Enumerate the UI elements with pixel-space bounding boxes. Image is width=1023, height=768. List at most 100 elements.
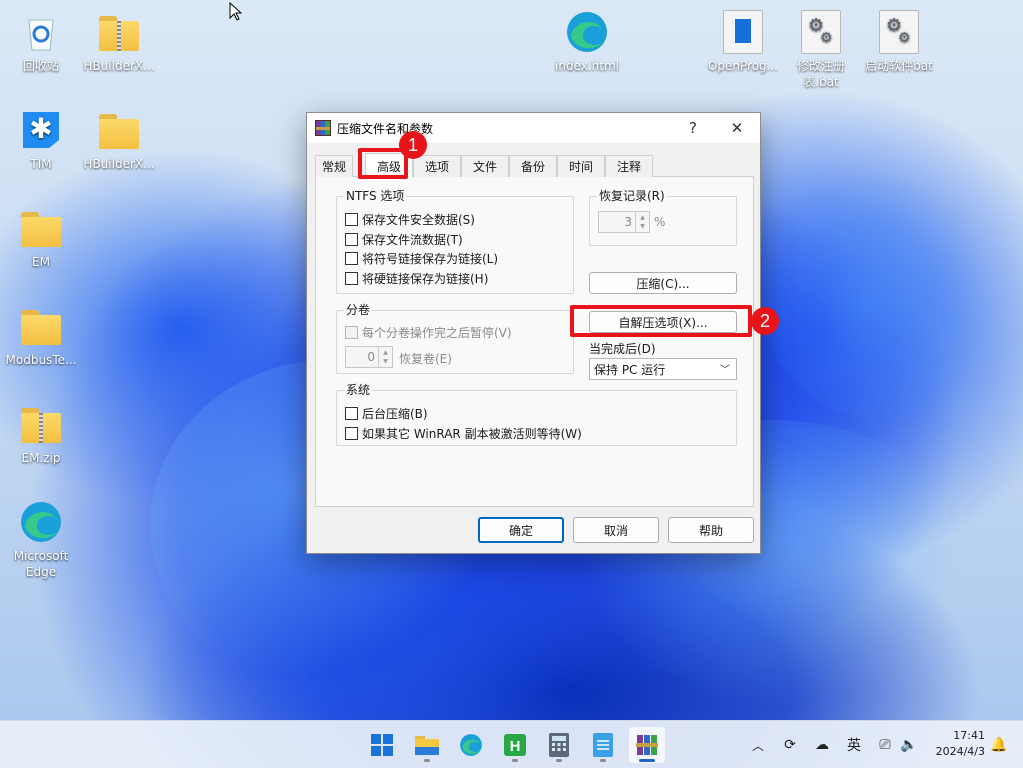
desktop-icon-start-software[interactable]: ⚙ ⚙ 启动软件bat (862, 10, 936, 74)
file-explorer-icon (415, 736, 439, 755)
speaker-icon: 🔈 (900, 737, 918, 753)
after-done-select[interactable]: 保持 PC 运行 ﹀ (589, 358, 737, 380)
spinner-arrows-icon[interactable]: ▲ ▼ (635, 212, 649, 232)
ntfs-options-label: NTFS 选项 (344, 189, 407, 203)
svg-text:✱: ✱ (29, 112, 52, 145)
start-button[interactable] (364, 727, 400, 763)
checkbox-box (345, 271, 358, 285)
folder-icon (19, 206, 63, 250)
running-indicator (639, 759, 655, 762)
percent-label: % (654, 215, 666, 229)
tab-comment[interactable]: 注释 (605, 155, 653, 177)
network-button[interactable]: ⎚ (874, 721, 896, 768)
desktop-icon-label: 修改注册表.bat (796, 59, 845, 89)
desktop-icon-modbus[interactable]: ModbusTe... (4, 304, 78, 368)
desktop-icon-hbuilderx-folder[interactable]: HBuilderX... (82, 108, 156, 172)
checkbox-box (345, 426, 358, 440)
background-compress-checkbox[interactable]: 后台压缩(B) (345, 405, 428, 421)
desktop-icon-label: index.html (555, 59, 619, 73)
dialog-titlebar: 压缩文件名和参数 ? ✕ (307, 113, 760, 143)
winrar-icon (636, 735, 658, 755)
checkbox-box (345, 325, 358, 339)
step-1-badge: 1 (399, 131, 427, 159)
select-value: 保持 PC 运行 (594, 362, 666, 377)
calculator-taskbar-button[interactable] (541, 727, 577, 763)
desktop-icon-hbuilderx-zip[interactable]: HBuilderX... (82, 10, 156, 74)
checkbox-label: 将硬链接保存为链接(H) (362, 271, 489, 286)
checkbox-label: 保存文件流数据(T) (362, 232, 463, 247)
desktop-icon-index-html[interactable]: index.html (550, 10, 624, 74)
winrar-taskbar-button[interactable] (629, 727, 665, 763)
notifications-button[interactable]: 🔔 (988, 721, 1010, 768)
ime-indicator[interactable]: 英 (842, 721, 866, 768)
desktop-icon-em-zip[interactable]: EM.zip (4, 402, 78, 466)
tim-icon: ✱ (19, 108, 63, 152)
spinner-value: 0 (367, 350, 375, 364)
hardlinks-as-links-checkbox[interactable]: 将硬链接保存为链接(H) (345, 270, 488, 286)
save-security-checkbox[interactable]: 保存文件安全数据(S) (345, 211, 475, 227)
checkbox-label: 如果其它 WinRAR 副本被激活则等待(W) (362, 426, 582, 441)
recovery-record-spinner[interactable]: 3 ▲ ▼ (598, 211, 650, 233)
save-streams-checkbox[interactable]: 保存文件流数据(T) (345, 231, 463, 247)
cloud-icon: ☁ (815, 737, 829, 753)
edge-icon (565, 10, 609, 54)
sfx-options-button[interactable]: 自解压选项(X)... (589, 311, 737, 333)
cancel-button[interactable]: 取消 (573, 517, 659, 543)
show-hidden-icons-button[interactable]: ︿ (746, 721, 770, 768)
desktop-icon-label: TIM (30, 157, 52, 171)
tab-time[interactable]: 时间 (557, 155, 605, 177)
tab-options[interactable]: 选项 (413, 155, 461, 177)
running-indicator (424, 759, 430, 762)
hbuilderx-taskbar-button[interactable]: H (497, 727, 533, 763)
desktop-icon-openprog[interactable]: OpenProg... (706, 10, 780, 74)
help-title-button[interactable]: ? (671, 113, 715, 143)
checkbox-box (345, 232, 358, 246)
close-button[interactable]: ✕ (715, 113, 759, 143)
tab-backup[interactable]: 备份 (509, 155, 557, 177)
edge-icon (19, 500, 63, 544)
network-icon: ⎚ (879, 737, 891, 753)
notepad-icon (593, 733, 613, 757)
clock[interactable]: 17:41 2024/4/3 (925, 728, 985, 760)
clock-time: 17:41 (953, 729, 985, 742)
file-explorer-button[interactable] (409, 727, 445, 763)
edge-taskbar-button[interactable] (453, 727, 489, 763)
desktop-icon-tim[interactable]: ✱ TIM (4, 108, 78, 172)
start-icon (371, 734, 393, 756)
onedrive-status-button[interactable]: ☁ (810, 721, 834, 768)
advanced-tab-panel: NTFS 选项 保存文件安全数据(S) 保存文件流数据(T) 将符号链接保存为链… (315, 177, 754, 507)
desktop-icon-label: EM (32, 255, 50, 269)
tab-general[interactable]: 常规 (315, 155, 353, 177)
edge-icon (460, 734, 482, 756)
sync-icon: ⟳ (784, 737, 796, 753)
volume-button[interactable]: 🔈 (898, 721, 920, 768)
running-indicator (556, 759, 562, 762)
checkbox-box (345, 251, 358, 265)
desktop-icon-em[interactable]: EM (4, 206, 78, 270)
compress-button[interactable]: 压缩(C)... (589, 272, 737, 294)
desktop-icon-recycle-bin[interactable]: 回收站 (4, 10, 78, 74)
sync-status-button[interactable]: ⟳ (778, 721, 802, 768)
taskbar: H ︿ ⟳ ☁ 英 ⎚ 🔈 17:41 2024/4/3 🔔 (0, 720, 1023, 768)
notepad-taskbar-button[interactable] (585, 727, 621, 763)
desktop-icon-modify-registry[interactable]: ⚙ ⚙ 修改注册表.bat (784, 10, 858, 90)
spinner-arrows-icon[interactable]: ▲ ▼ (378, 347, 392, 367)
desktop-icon-label: 回收站 (22, 59, 59, 73)
wait-other-winrar-checkbox[interactable]: 如果其它 WinRAR 副本被激活则等待(W) (345, 425, 582, 441)
desktop-icon-label: 启动软件bat (865, 59, 933, 73)
running-indicator (600, 759, 606, 762)
desktop-icon-edge[interactable]: Microsoft Edge (4, 500, 78, 580)
tab-files[interactable]: 文件 (461, 155, 509, 177)
checkbox-box (345, 212, 358, 226)
help-button[interactable]: 帮助 (668, 517, 754, 543)
tab-bar: 常规 高级 选项 文件 备份 时间 注释 (315, 153, 754, 178)
folder-icon (19, 304, 63, 348)
pause-after-volume-checkbox[interactable]: 每个分卷操作完之后暂停(V) (345, 324, 512, 340)
bell-icon: 🔔 (990, 737, 1008, 753)
symlinks-as-links-checkbox[interactable]: 将符号链接保存为链接(L) (345, 250, 498, 266)
desktop-icon-label: Microsoft Edge (13, 549, 69, 579)
recovery-volumes-spinner[interactable]: 0 ▲ ▼ (345, 346, 393, 368)
folder-icon (97, 108, 141, 152)
ok-button[interactable]: 确定 (478, 517, 564, 543)
clock-date: 2024/4/3 (935, 745, 985, 758)
